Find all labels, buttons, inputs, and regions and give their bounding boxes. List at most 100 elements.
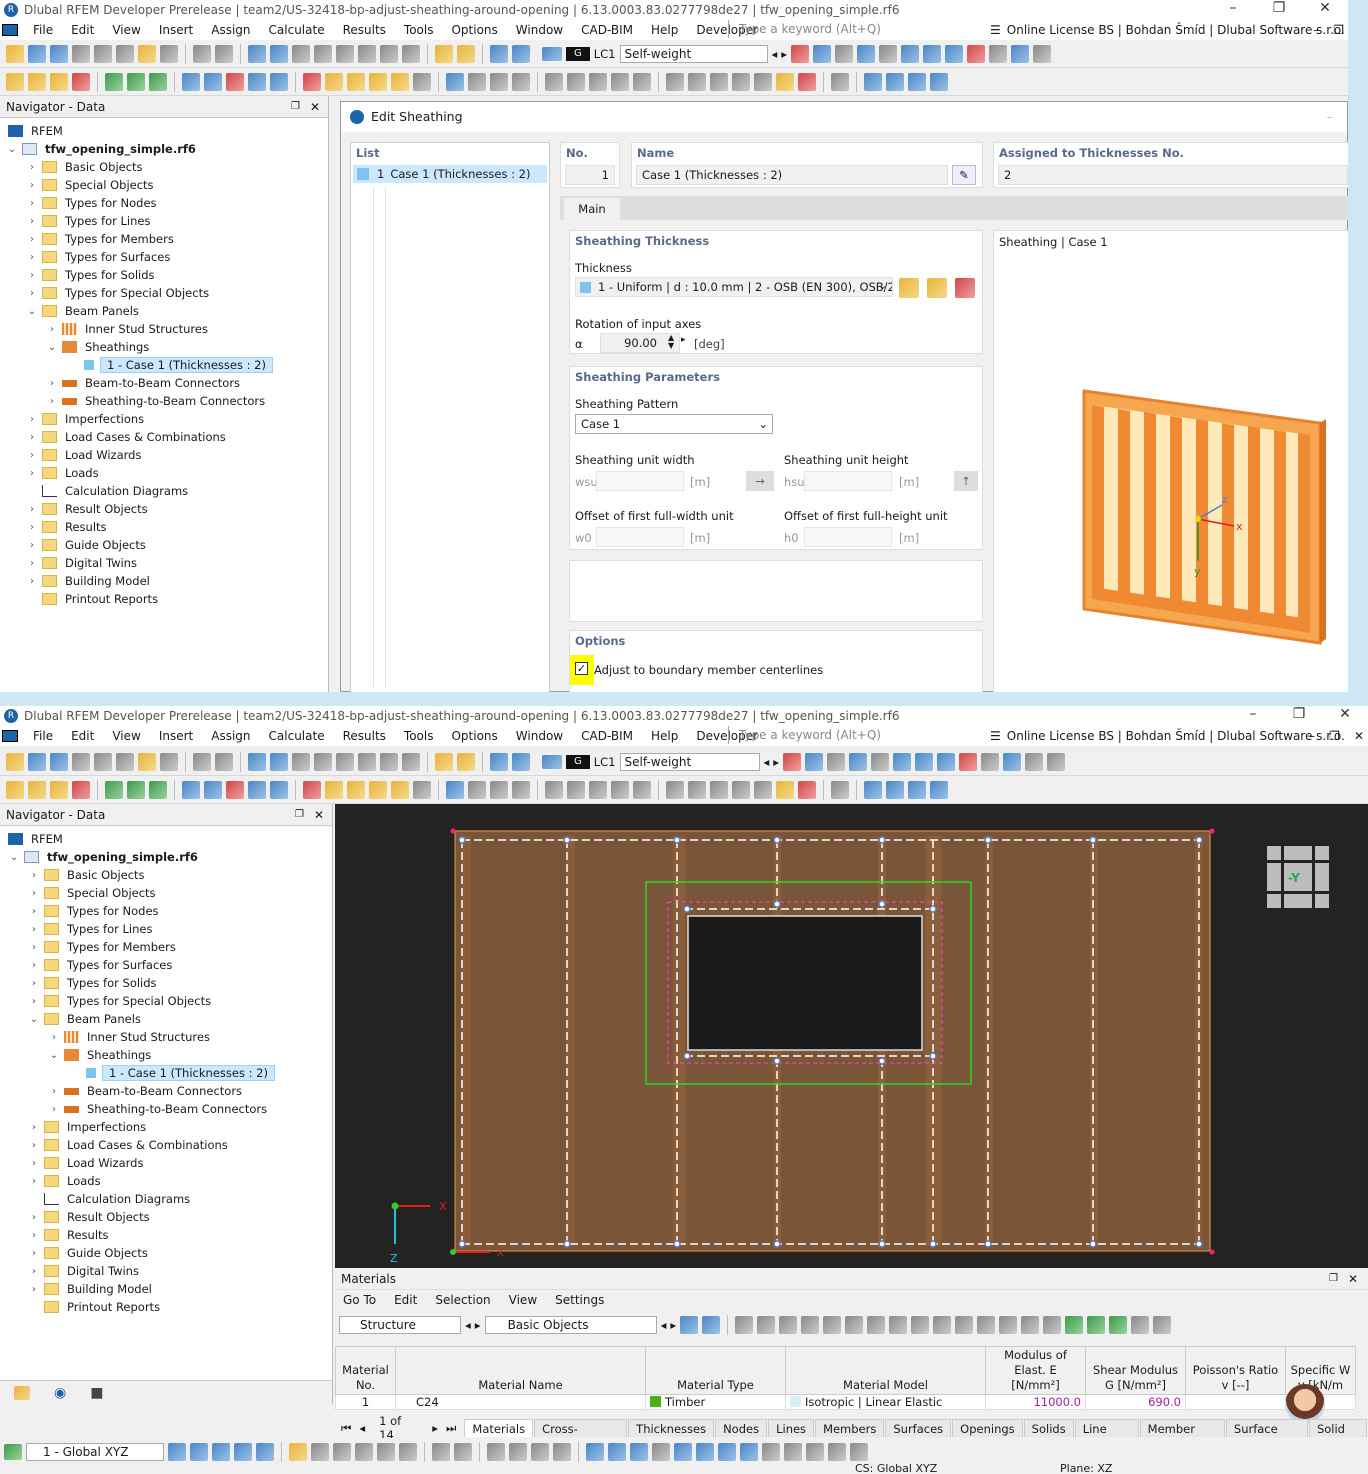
frame2-icon[interactable]	[512, 72, 530, 91]
snap-grid4-icon[interactable]	[652, 1443, 670, 1461]
align3-icon[interactable]	[710, 780, 728, 799]
prev-lc-icon[interactable]: ◂	[764, 755, 770, 769]
loadcase-icon[interactable]	[512, 44, 530, 63]
basic-objects-combo[interactable]: Basic Objects	[484, 1316, 657, 1334]
table-tool5-icon[interactable]	[823, 1316, 842, 1334]
redo-icon[interactable]	[215, 44, 233, 63]
report-icon[interactable]	[138, 44, 156, 63]
search-input[interactable]: Type a keyword (Alt+Q)	[728, 726, 978, 744]
walk-icon[interactable]	[127, 72, 145, 91]
grid-icon[interactable]	[270, 752, 288, 771]
deform-icon[interactable]	[805, 752, 824, 771]
tree-item-basic-objects[interactable]: › Basic Objects	[0, 158, 328, 176]
table-row[interactable]: 1 C24 Timber Isotropic | Linear Elastic …	[335, 1394, 1356, 1410]
xx2-icon[interactable]	[989, 44, 1008, 63]
chevron-down-icon[interactable]: ⌄	[28, 1014, 40, 1025]
frame-icon[interactable]	[490, 72, 508, 91]
view-tool2-icon[interactable]	[190, 1443, 208, 1461]
surface-icon[interactable]	[182, 780, 200, 799]
tree-item-building-model[interactable]: › Building Model	[0, 1280, 332, 1298]
tree-item-guide-objects[interactable]: › Guide Objects	[0, 1244, 332, 1262]
chevron-right-icon[interactable]: ›	[46, 324, 58, 335]
abc-icon[interactable]	[977, 1316, 996, 1334]
menu-view[interactable]: View	[509, 1290, 537, 1310]
dialog-close-icon[interactable]: –	[1327, 102, 1333, 132]
support-tool-icon[interactable]	[72, 780, 90, 799]
delete-thickness-icon[interactable]	[955, 278, 975, 298]
chevron-right-icon[interactable]: ›	[26, 270, 38, 281]
tree-item-results[interactable]: › Results	[0, 1226, 332, 1244]
arrow-right-icon[interactable]: →	[746, 471, 774, 491]
view-tool3-icon[interactable]	[212, 1443, 230, 1461]
draw-tool3-icon[interactable]	[487, 1443, 505, 1461]
last-page-icon[interactable]: ⏭	[446, 1421, 456, 1436]
cell-type[interactable]: Timber	[645, 1394, 786, 1410]
prev-icon[interactable]: ◂	[465, 1318, 471, 1332]
cs-icon[interactable]	[4, 1444, 22, 1460]
tree-item-types-solids[interactable]: › Types for Solids	[0, 266, 328, 284]
cell-poisson[interactable]	[1185, 1394, 1286, 1410]
menu-goto[interactable]: Go To	[343, 1290, 376, 1310]
data-tab-icon[interactable]	[14, 1385, 30, 1400]
align2-icon[interactable]	[688, 72, 706, 91]
dim-icon[interactable]	[292, 752, 310, 771]
hatch-icon[interactable]	[1025, 752, 1044, 771]
cell-e[interactable]: 11000.0	[985, 1394, 1086, 1410]
close-button[interactable]: ✕	[1322, 706, 1368, 725]
snap-grid6-icon[interactable]	[696, 1443, 714, 1461]
menu-insert[interactable]: Insert	[150, 729, 202, 743]
list-item[interactable]: 1 Case 1 (Thicknesses : 2)	[353, 165, 547, 183]
chevron-right-icon[interactable]: ›	[28, 888, 40, 899]
table-tool2-icon[interactable]	[757, 1316, 776, 1334]
align3-icon[interactable]	[710, 72, 728, 91]
divide-icon[interactable]	[413, 72, 431, 91]
arrow-up-icon[interactable]: ↑	[954, 471, 978, 491]
split-icon[interactable]	[391, 780, 409, 799]
edit-name-icon[interactable]: ✎	[952, 165, 976, 185]
view-tool11-icon[interactable]	[399, 1443, 417, 1461]
page-icon[interactable]	[160, 752, 178, 771]
tree-item-sheathings[interactable]: ⌄ Sheathings	[0, 1046, 332, 1064]
ruler-icon[interactable]	[831, 72, 849, 91]
tree-item-imperfections[interactable]: › Imperfections	[0, 1118, 332, 1136]
assigned-field[interactable]: 2	[998, 165, 1348, 185]
cloud-icon[interactable]	[50, 44, 68, 63]
values-icon[interactable]	[835, 44, 854, 63]
calc-icon[interactable]	[457, 752, 475, 771]
tab-line-sets[interactable]: Line Sets	[1074, 1419, 1139, 1454]
corner-icon[interactable]	[468, 72, 486, 91]
shape-icon[interactable]	[567, 72, 585, 91]
chevron-right-icon[interactable]: ›	[46, 396, 58, 407]
print-icon[interactable]	[72, 44, 90, 63]
model-icon[interactable]	[435, 752, 453, 771]
cell-name[interactable]: C24	[395, 1394, 646, 1410]
snap-icon[interactable]	[864, 780, 882, 799]
snap-grid3-icon[interactable]	[630, 1443, 648, 1461]
snap-grid9-icon[interactable]	[762, 1443, 780, 1461]
close-icon[interactable]: ✕	[314, 804, 324, 826]
snap-grid10-icon[interactable]	[784, 1443, 802, 1461]
display-icon[interactable]	[1003, 752, 1022, 771]
calc-icon[interactable]	[457, 44, 475, 63]
box-icon[interactable]	[226, 72, 244, 91]
delete-row-icon[interactable]	[845, 1316, 864, 1334]
chevron-right-icon[interactable]: ›	[28, 978, 40, 989]
align-icon[interactable]	[666, 780, 684, 799]
chevron-right-icon[interactable]: ›	[28, 1248, 40, 1259]
undo-icon[interactable]	[193, 44, 211, 63]
node-icon[interactable]	[6, 780, 24, 799]
chevron-down-icon[interactable]: ⌄	[26, 306, 38, 317]
menu-window[interactable]: Window	[507, 23, 572, 37]
tree-item-types-nodes[interactable]: › Types for Nodes	[0, 902, 332, 920]
run-icon[interactable]	[149, 780, 167, 799]
next-icon[interactable]: ▸	[475, 1318, 481, 1332]
unit-height-field[interactable]	[804, 471, 892, 491]
menu-file[interactable]: File	[24, 23, 62, 37]
print-preview-icon[interactable]	[116, 44, 134, 63]
chevron-right-icon[interactable]: ›	[26, 252, 38, 263]
globe-icon[interactable]	[402, 44, 420, 63]
slash-icon[interactable]	[633, 72, 651, 91]
fx2-icon[interactable]	[1021, 1316, 1040, 1334]
draw-tool5-icon[interactable]	[531, 1443, 549, 1461]
brush-icon[interactable]	[776, 780, 794, 799]
